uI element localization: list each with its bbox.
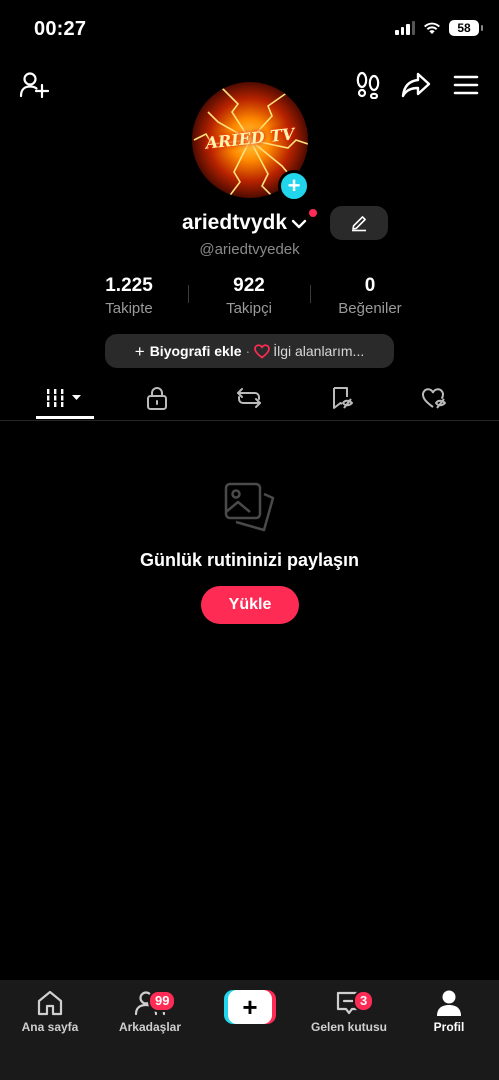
stat-likes[interactable]: 0 Beğeniler — [315, 275, 425, 317]
chevron-down-icon — [291, 219, 307, 229]
tab-reposts[interactable] — [220, 378, 278, 418]
stat-label: Beğeniler — [338, 300, 402, 317]
stat-value: 1.225 — [105, 275, 153, 296]
tab-private[interactable] — [128, 378, 186, 418]
stat-divider — [310, 285, 311, 303]
plus-icon: + — [228, 990, 272, 1024]
cellular-signal-icon — [395, 21, 415, 35]
hamburger-menu-icon — [453, 75, 479, 95]
upload-button[interactable]: Yükle — [201, 586, 299, 624]
stat-label: Takipçi — [226, 300, 272, 317]
add-bio-label[interactable]: Biyografi ekle — [150, 343, 242, 359]
tab-videos[interactable] — [36, 378, 94, 418]
stat-value: 922 — [233, 275, 265, 296]
notification-dot — [309, 209, 317, 217]
share-arrow-icon — [401, 72, 431, 98]
active-tab-indicator — [36, 416, 94, 419]
profile-views-button[interactable] — [352, 70, 384, 100]
edit-profile-button[interactable] — [330, 206, 388, 240]
person-plus-icon — [19, 72, 49, 99]
battery-indicator: 58 — [449, 20, 483, 36]
nav-inbox[interactable]: Gelen kutusu 3 — [301, 988, 397, 1034]
user-handle: @ariedtvyedek — [199, 241, 300, 258]
nav-label: Ana sayfa — [21, 1020, 79, 1034]
nav-profile[interactable]: Profil — [401, 988, 497, 1034]
content-tabs — [0, 378, 499, 421]
liked-heart-icon — [422, 388, 446, 409]
username-switcher[interactable]: ariedtvydk — [182, 211, 307, 235]
stat-divider — [188, 285, 189, 303]
nav-friends[interactable]: Arkadaşlar 99 — [102, 988, 198, 1034]
lock-icon — [147, 387, 167, 410]
bio-interests-pill[interactable]: + Biyografi ekle · İlgi alanlarım... — [105, 334, 394, 368]
menu-button[interactable] — [450, 70, 482, 100]
status-time: 00:27 — [34, 18, 87, 40]
bottom-navigation: Ana sayfa Arkadaşlar 99 + Gelen kutusu 3 — [0, 980, 499, 1080]
stat-value: 0 — [364, 275, 376, 296]
pencil-icon — [352, 216, 366, 232]
nav-home[interactable]: Ana sayfa — [2, 988, 98, 1034]
nav-label: Gelen kutusu — [310, 1020, 387, 1034]
status-icons: 58 — [395, 20, 483, 36]
nav-label: Profil — [433, 1020, 465, 1034]
videos-grid-icon — [47, 389, 81, 407]
bookmark-icon — [333, 387, 353, 409]
profile-icon — [437, 990, 461, 1016]
photo-stack-icon — [224, 482, 275, 532]
repost-icon — [237, 388, 261, 408]
status-bar: 00:27 58 — [0, 0, 499, 60]
add-friend-button[interactable] — [18, 70, 50, 100]
share-profile-button[interactable] — [400, 70, 432, 100]
nav-label: Arkadaşlar — [118, 1020, 182, 1034]
footprints-icon — [356, 71, 380, 99]
stat-label: Takipte — [105, 300, 153, 317]
wifi-icon — [424, 22, 440, 34]
interests-label[interactable]: İlgi alanlarım... — [273, 343, 364, 359]
plus-icon: + — [134, 341, 145, 361]
stat-followers[interactable]: 922 Takipçi — [194, 275, 304, 317]
add-story-button[interactable]: + — [278, 170, 310, 202]
empty-state-message: Günlük rutininizi paylaşın — [139, 550, 360, 570]
friends-badge: 99 — [148, 990, 177, 1012]
tab-liked[interactable] — [405, 378, 463, 418]
tab-saved[interactable] — [313, 378, 371, 418]
username: ariedtvydk — [182, 211, 288, 234]
heart-outline-icon — [254, 343, 271, 359]
stat-following[interactable]: 1.225 Takipte — [74, 275, 184, 317]
home-icon — [37, 990, 63, 1016]
avatar-container[interactable]: ARIED TV + — [192, 82, 310, 202]
bio-separator: · — [245, 343, 251, 359]
create-button[interactable]: + — [224, 990, 276, 1024]
inbox-badge: 3 — [353, 990, 375, 1012]
